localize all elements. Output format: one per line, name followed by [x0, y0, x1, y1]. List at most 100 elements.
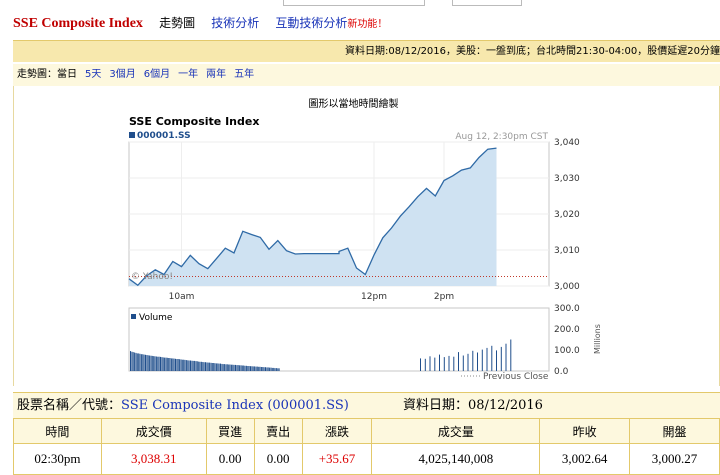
volume-bar	[244, 365, 246, 372]
volume-bar	[207, 362, 209, 371]
volume-bar	[251, 366, 253, 371]
volume-bar	[248, 366, 250, 371]
quote-name-link[interactable]: SSE Composite Index (000001.SS)	[121, 398, 349, 413]
volume-bar	[496, 350, 497, 371]
volume-bar	[173, 358, 175, 371]
volume-bar	[185, 360, 187, 371]
volume-bar	[267, 367, 269, 371]
volume-bar	[191, 360, 193, 371]
legend-swatch	[129, 132, 135, 138]
volume-bar	[199, 361, 201, 371]
name-label: 股票名稱／代號：	[17, 398, 122, 413]
volume-bar	[254, 366, 256, 371]
volume-bar	[179, 359, 181, 371]
volume-bar	[467, 353, 469, 371]
volume-bar	[481, 349, 483, 371]
volume-bar	[196, 361, 198, 371]
volume-bar	[180, 359, 182, 371]
volume-bar	[210, 362, 212, 371]
volume-bar	[194, 360, 196, 371]
volume-bar	[203, 362, 205, 371]
volume-bar	[486, 347, 488, 371]
volume-bar	[278, 368, 280, 371]
chart-timestamp: Aug 12, 2:30pm CST	[455, 132, 548, 142]
volume-bar	[165, 357, 167, 371]
header-change: 漲跌	[301, 418, 373, 444]
y-tick-label: 3,030	[554, 174, 580, 184]
volume-bar	[500, 346, 502, 371]
volume-bar	[135, 352, 137, 371]
volume-bar	[161, 357, 163, 371]
volume-bar	[258, 366, 260, 371]
price-area	[129, 148, 497, 286]
volume-bar	[229, 364, 231, 371]
volume-bar	[146, 355, 148, 371]
header-bid: 買進	[205, 418, 255, 444]
volume-bar	[164, 357, 166, 371]
volume-bar	[255, 366, 257, 371]
volume-swatch	[131, 314, 136, 319]
volume-bar	[243, 365, 245, 371]
header-ask: 賣出	[253, 418, 303, 444]
volume-bar	[175, 358, 176, 371]
volume-bar	[233, 364, 235, 371]
volume-bar	[259, 366, 261, 371]
volume-bar	[262, 367, 264, 371]
volume-bar	[153, 356, 155, 371]
volume-bar	[190, 360, 191, 371]
volume-bar	[277, 368, 279, 371]
value-bid: 0.00	[205, 443, 255, 475]
volume-bar	[154, 356, 156, 371]
volume-bar	[228, 364, 230, 371]
volume-bar	[149, 355, 151, 371]
volume-bar	[269, 367, 271, 371]
volume-bar	[209, 362, 211, 371]
quote-header-row: 時間 成交價 買進 賣出 漲跌 成交量 昨收 開盤	[13, 418, 720, 444]
volume-bar	[247, 366, 249, 371]
volume-bar	[192, 360, 194, 371]
value-ask: 0.00	[253, 443, 303, 475]
volume-bar	[211, 363, 213, 371]
value-prev-close: 3,002.64	[539, 443, 631, 475]
legend-label: 000001.SS	[137, 131, 191, 141]
x-tick-label: 2pm	[434, 292, 454, 302]
volume-bar	[142, 354, 144, 371]
volume-bar	[136, 353, 138, 371]
volume-bar	[145, 354, 146, 371]
volume-bar	[222, 364, 224, 371]
volume-bar	[241, 365, 243, 371]
volume-bar	[198, 361, 200, 371]
volume-bar	[177, 359, 179, 371]
volume-bar	[235, 364, 236, 371]
volume-bar	[214, 363, 216, 371]
volume-bar	[181, 359, 183, 371]
volume-bar	[274, 368, 276, 371]
volume-bar	[245, 365, 247, 372]
volume-tick-label: 0.0	[554, 367, 569, 377]
volume-label: Volume	[139, 313, 173, 323]
volume-bar	[176, 359, 178, 371]
volume-tick-label: 100.0	[554, 346, 580, 356]
volume-bar	[200, 361, 202, 371]
volume-bar	[162, 357, 164, 371]
volume-bar	[147, 355, 149, 372]
header-prev-close: 昨收	[539, 418, 631, 444]
volume-bar	[491, 345, 493, 371]
volume-bar	[240, 365, 242, 371]
quote-value-row: 02:30pm 3,038.31 0.00 0.00 +35.67 4,025,…	[13, 443, 720, 475]
value-volume: 4,025,140,008	[371, 443, 541, 475]
volume-bar	[172, 358, 174, 371]
quote-date: 08/12/2016	[468, 398, 543, 413]
volume-bar	[140, 354, 142, 371]
y-tick-label: 3,010	[554, 246, 580, 256]
volume-bar	[221, 363, 223, 371]
volume-bar	[448, 355, 450, 371]
date-label: 資料日期：	[403, 398, 469, 413]
volume-bar	[239, 365, 241, 371]
value-time: 02:30pm	[13, 443, 102, 475]
chart-title: SSE Composite Index	[129, 115, 259, 128]
volume-bar	[134, 352, 136, 371]
volume-bar	[429, 356, 431, 371]
volume-bar	[271, 367, 273, 371]
volume-bar	[266, 367, 268, 371]
